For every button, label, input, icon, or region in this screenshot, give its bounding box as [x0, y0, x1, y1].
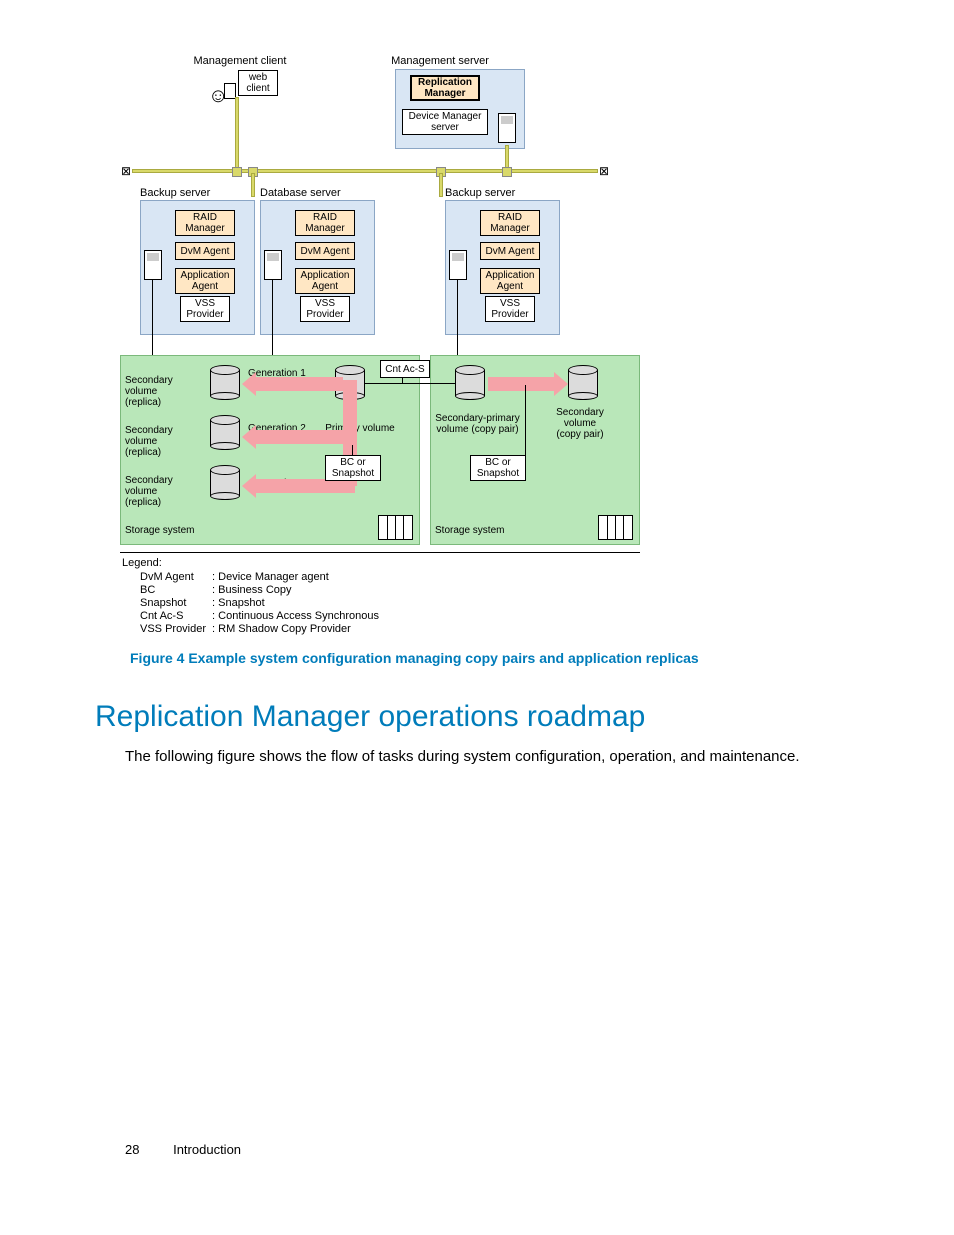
server-icon — [498, 113, 516, 143]
dvm-agent-box: DvM Agent — [295, 242, 355, 260]
cylinder-icon — [568, 365, 598, 400]
app-agent-box: Application Agent — [480, 268, 540, 294]
net-terminator-icon: ⊠ — [598, 165, 610, 177]
raid-manager-box: RAID Manager — [480, 210, 540, 236]
figure-caption: Figure 4 Example system configuration ma… — [130, 650, 830, 666]
section-name: Introduction — [173, 1142, 241, 1157]
legend-row: VSS Provider: RM Shadow Copy Provider — [140, 623, 385, 636]
cylinder-icon — [210, 465, 240, 500]
cnt-ac-s-box: Cnt Ac-S — [380, 360, 430, 378]
net-node-icon — [502, 167, 512, 177]
label-sec-primary: Secondary-primary volume (copy pair) — [430, 413, 525, 435]
bc-snapshot-box-2: BC or Snapshot — [470, 455, 526, 481]
legend-title: Legend: — [122, 557, 162, 569]
raid-manager-box: RAID Manager — [175, 210, 235, 236]
net-node-icon — [232, 167, 242, 177]
device-manager-box: Device Manager server — [402, 109, 488, 135]
label-mgmt-client: Management client — [180, 55, 300, 67]
page-number: 28 — [125, 1142, 139, 1157]
server-icon — [144, 250, 162, 280]
cylinder-icon — [455, 365, 485, 400]
legend-row: DvM Agent: Device Manager agent — [140, 571, 385, 584]
label-backup-server-2: Backup server — [445, 187, 535, 199]
dvm-agent-box: DvM Agent — [175, 242, 235, 260]
web-client-box: web client — [238, 70, 278, 96]
bc-snapshot-box-1: BC or Snapshot — [325, 455, 381, 481]
flow-arrow — [255, 430, 355, 444]
body-paragraph: The following figure shows the flow of t… — [125, 748, 885, 765]
net-terminator-icon: ⊠ — [120, 165, 132, 177]
cylinder-icon — [210, 365, 240, 400]
flow-arrow — [255, 377, 343, 391]
app-agent-box: Application Agent — [175, 268, 235, 294]
label-database-server: Database server — [260, 187, 360, 199]
server-icon — [449, 250, 467, 280]
label-sec-replica-3: Secondary volume (replica) — [125, 475, 185, 508]
cylinder-icon — [210, 415, 240, 450]
arrow-head-icon — [242, 372, 256, 396]
dvm-agent-box: DvM Agent — [480, 242, 540, 260]
legend-row: Snapshot: Snapshot — [140, 597, 385, 610]
legend-row: BC: Business Copy — [140, 584, 385, 597]
arrow-head-icon — [242, 425, 256, 449]
replication-manager-box: Replication Manager — [410, 75, 480, 101]
flow-arrow — [488, 377, 556, 391]
vss-provider-box: VSS Provider — [180, 296, 230, 322]
vss-provider-box: VSS Provider — [485, 296, 535, 322]
label-storage-system-1: Storage system — [125, 525, 215, 536]
page-footer: 28 Introduction — [125, 1142, 241, 1157]
storage-icon — [598, 515, 633, 540]
label-sec-copy: Secondary volume (copy pair) — [540, 407, 620, 440]
label-backup-server: Backup server — [140, 187, 230, 199]
network-bus — [132, 169, 598, 173]
arrow-head-icon — [554, 372, 568, 396]
architecture-diagram: Management client Management server web … — [120, 55, 650, 645]
raid-manager-box: RAID Manager — [295, 210, 355, 236]
section-heading: Replication Manager operations roadmap — [95, 700, 645, 734]
legend-row: Cnt Ac-S: Continuous Access Synchronous — [140, 610, 385, 623]
label-mgmt-server: Management server — [380, 55, 500, 67]
label-storage-system-2: Storage system — [435, 525, 525, 536]
label-sec-replica-1: Secondary volume (replica) — [125, 375, 185, 408]
arrow-head-icon — [242, 474, 256, 498]
flow-arrow — [255, 479, 355, 493]
legend-table: DvM Agent: Device Manager agent BC: Busi… — [140, 571, 385, 636]
storage-icon — [378, 515, 413, 540]
server-icon — [264, 250, 282, 280]
vss-provider-box: VSS Provider — [300, 296, 350, 322]
app-agent-box: Application Agent — [295, 268, 355, 294]
label-sec-replica-2: Secondary volume (replica) — [125, 425, 185, 458]
